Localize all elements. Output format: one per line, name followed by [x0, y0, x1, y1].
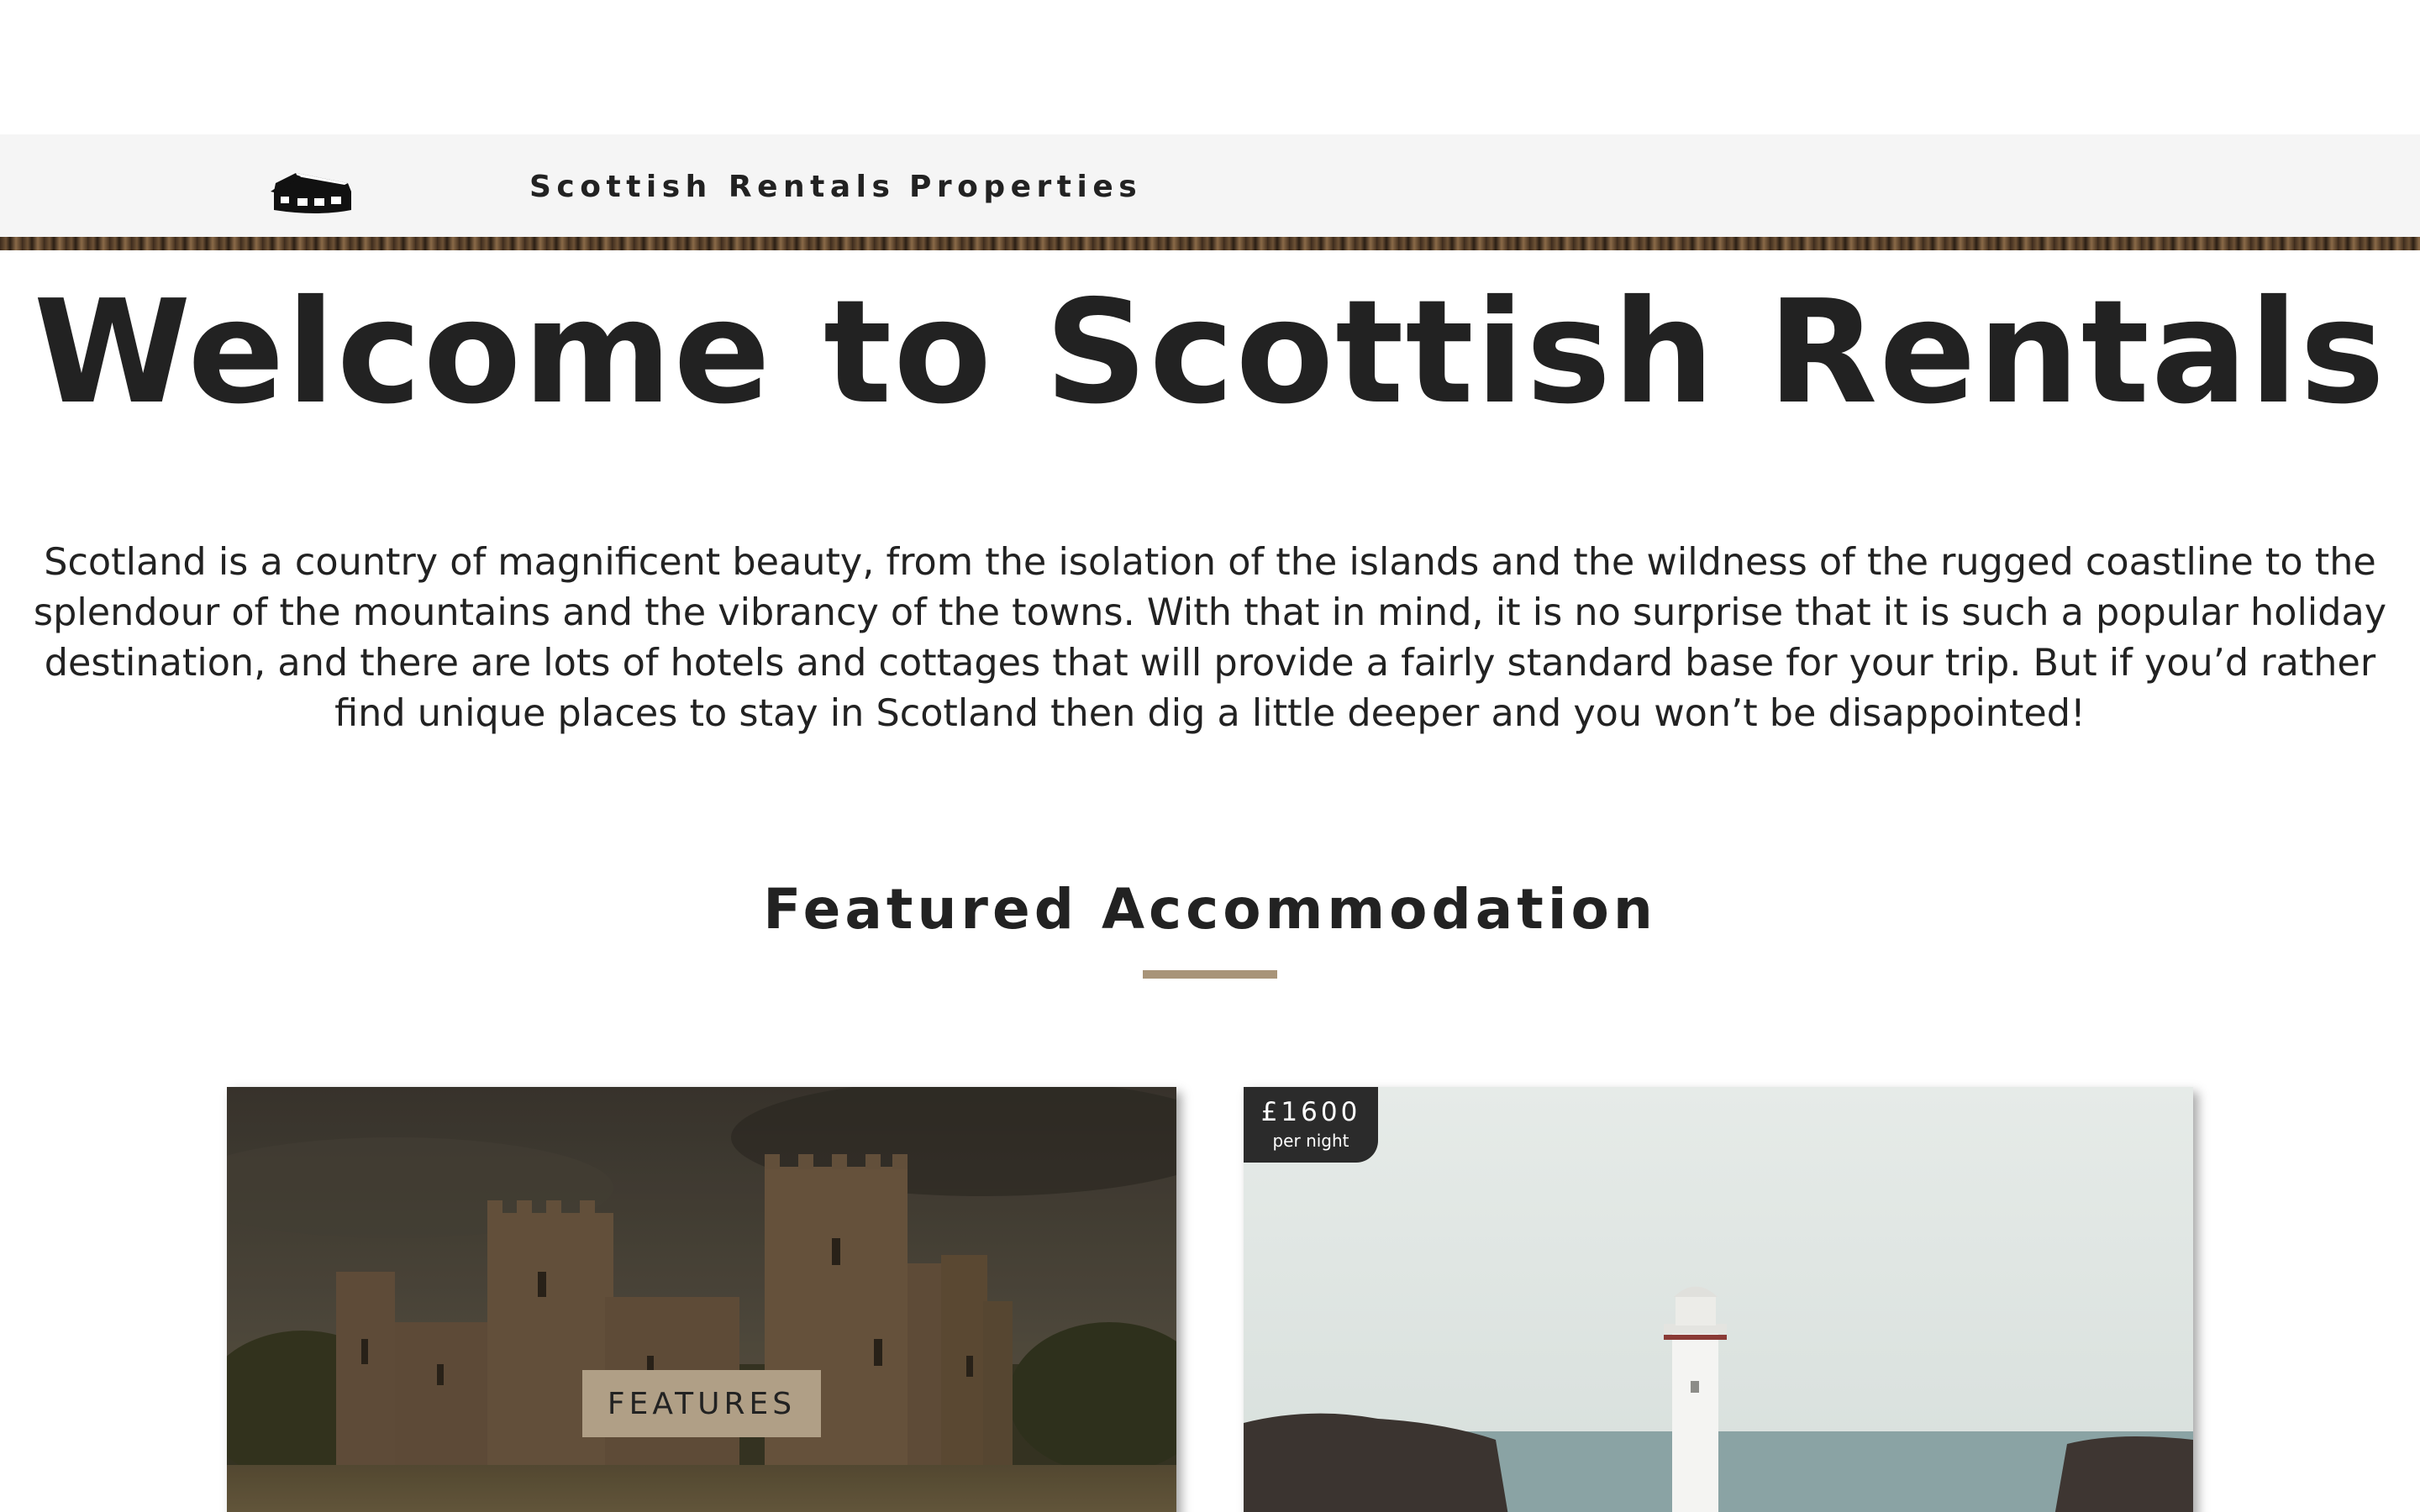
price-unit: per night [1272, 1131, 1349, 1151]
price-amount: £1600 [1260, 1097, 1361, 1127]
features-button[interactable]: FEATURES [582, 1370, 821, 1437]
intro-paragraph: Scotland is a country of magnificent bea… [33, 541, 2387, 735]
price-badge: £1600 per night [1244, 1087, 1378, 1163]
page-title: Welcome to Scottish Rentals [33, 270, 2387, 436]
page: Scottish Rentals Properties Welcome to S… [0, 0, 2420, 1512]
hero-image-strip [0, 237, 2420, 250]
nav-link-properties[interactable]: Properties [909, 170, 1142, 204]
featured-card-lighthouse[interactable]: £1600 per night [1244, 1087, 2193, 1512]
top-navbar: Scottish Rentals Properties [0, 134, 2420, 237]
section-underline [1143, 970, 1277, 979]
featured-section-title: Featured Accommodation [763, 877, 1657, 942]
house-icon[interactable] [267, 168, 355, 217]
nav-link-scottish-rentals[interactable]: Scottish Rentals [529, 170, 895, 204]
featured-card-castle[interactable]: FEATURES [227, 1087, 1176, 1512]
lighthouse-photo [1244, 1087, 2193, 1512]
castle-photo [227, 1087, 1176, 1512]
